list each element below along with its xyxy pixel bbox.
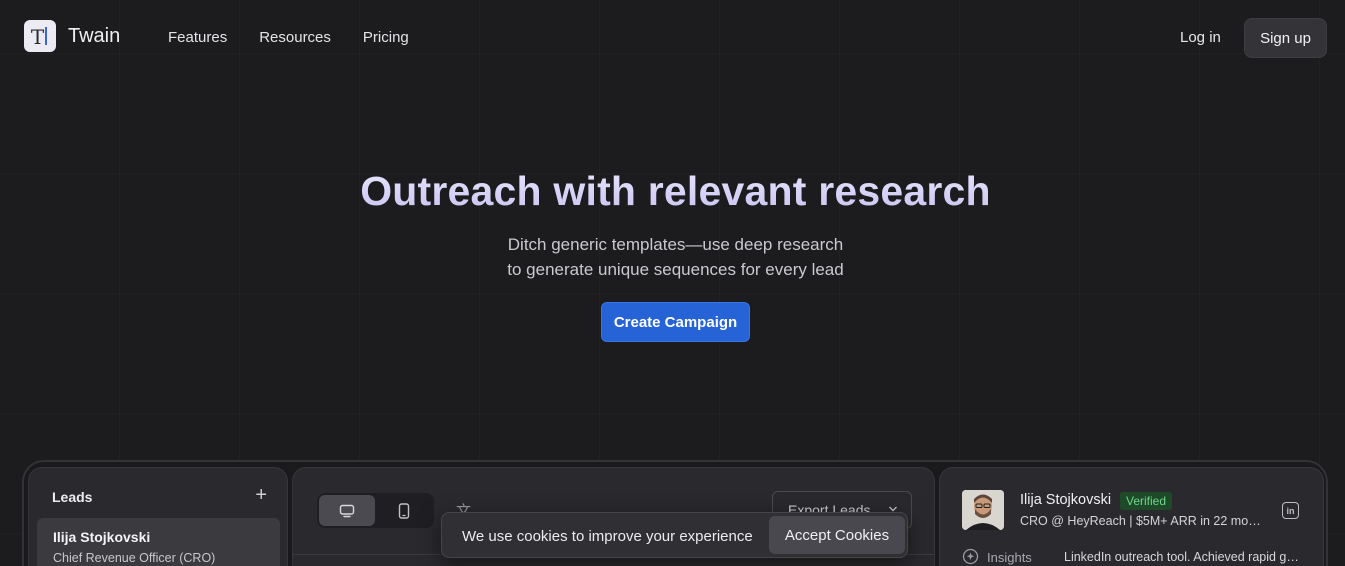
- logo-icon: T: [24, 20, 56, 52]
- linkedin-icon[interactable]: in: [1282, 502, 1299, 519]
- verified-badge: Verified: [1120, 492, 1173, 510]
- lead-list-item[interactable]: Ilija Stojkovski Chief Revenue Officer (…: [37, 518, 280, 566]
- leads-panel: Leads + Ilija Stojkovski Chief Revenue O…: [28, 467, 288, 566]
- create-campaign-button[interactable]: Create Campaign: [601, 302, 750, 342]
- login-link[interactable]: Log in: [1180, 29, 1221, 46]
- brand-logo[interactable]: T Twain: [24, 20, 120, 52]
- mobile-icon: [398, 502, 410, 519]
- cookie-banner: We use cookies to improve your experienc…: [441, 512, 908, 558]
- accept-cookies-button[interactable]: Accept Cookies: [769, 516, 905, 554]
- nav-link-pricing[interactable]: Pricing: [363, 29, 409, 46]
- lead-role: Chief Revenue Officer (CRO): [53, 551, 216, 565]
- insights-label: Insights: [987, 550, 1032, 565]
- nav-link-resources[interactable]: Resources: [259, 29, 331, 46]
- signup-button[interactable]: Sign up: [1244, 18, 1327, 58]
- hero-subtitle-line-2: to generate unique sequences for every l…: [507, 260, 844, 279]
- brand-name: Twain: [68, 24, 121, 47]
- hero-title: Outreach with relevant research: [0, 168, 1345, 215]
- profile-name: Ilija Stojkovski: [1020, 492, 1112, 508]
- avatar: [962, 490, 1004, 530]
- top-nav: T Twain Features Resources Pricing Log i…: [0, 0, 1345, 76]
- mobile-view-button[interactable]: [376, 495, 432, 526]
- nav-link-features[interactable]: Features: [168, 29, 227, 46]
- profile-title: CRO @ HeyReach | $5M+ ARR in 22 months: [1020, 514, 1263, 528]
- view-toggle: [317, 493, 434, 528]
- plus-icon[interactable]: +: [255, 484, 267, 507]
- cookie-message: We use cookies to improve your experienc…: [462, 528, 753, 545]
- desktop-view-button[interactable]: [319, 495, 375, 526]
- hero-subtitle: Ditch generic templates—use deep researc…: [0, 232, 1345, 282]
- hero-subtitle-line-1: Ditch generic templates—use deep researc…: [507, 235, 844, 254]
- lead-name: Ilija Stojkovski: [53, 529, 151, 545]
- insights-icon: [962, 548, 979, 565]
- desktop-icon: [339, 504, 355, 517]
- insights-text: LinkedIn outreach tool. Achieved rapid g…: [1064, 550, 1299, 564]
- nav-links: Features Resources Pricing: [168, 29, 409, 46]
- leads-title: Leads: [52, 489, 93, 505]
- profile-panel: Ilija Stojkovski Verified CRO @ HeyReach…: [939, 467, 1324, 566]
